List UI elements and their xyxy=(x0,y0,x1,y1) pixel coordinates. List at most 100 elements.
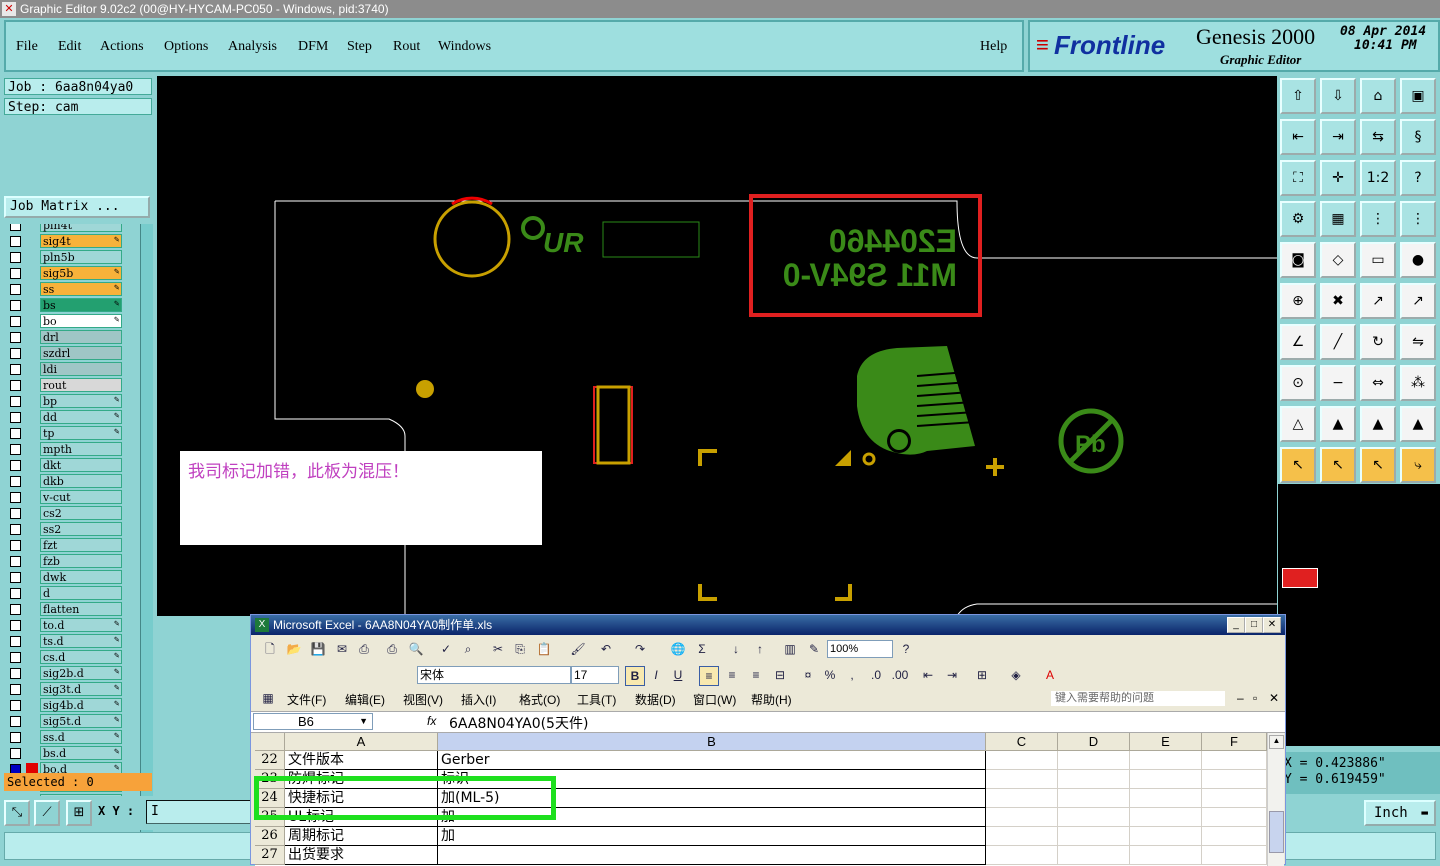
chart-wizard-icon[interactable]: ▥ xyxy=(781,640,799,658)
path-icon[interactable]: ⤷ xyxy=(1400,447,1436,483)
layer-checkbox[interactable] xyxy=(10,252,21,263)
layer-name[interactable]: sig3t.d xyxy=(40,682,122,696)
layer-name[interactable]: ts.d xyxy=(40,634,122,648)
home-icon[interactable]: ⌂ xyxy=(1360,78,1396,114)
align-right-icon[interactable]: ≡ xyxy=(747,666,765,684)
empty-cell[interactable] xyxy=(986,770,1058,789)
grid-icon[interactable]: ▦ xyxy=(1320,201,1356,237)
layer-row[interactable]: sig3t.d ✎ xyxy=(4,682,138,697)
menu-help[interactable]: Help xyxy=(980,39,1007,55)
layer-row[interactable]: bp ✎ xyxy=(4,394,138,409)
layer-row[interactable]: ss.d ✎ xyxy=(4,730,138,745)
layer-row[interactable]: bs ✎ xyxy=(4,298,138,313)
font-size-box[interactable]: 17 xyxy=(571,666,619,684)
tools-icon[interactable]: ⚙ xyxy=(1280,201,1316,237)
layer-checkbox[interactable] xyxy=(10,684,21,695)
zoom-tool-icon[interactable]: ⤡ xyxy=(4,800,30,826)
pointer-icon[interactable]: ↖ xyxy=(1280,447,1316,483)
layer-checkbox[interactable] xyxy=(10,396,21,407)
layer-checkbox[interactable] xyxy=(10,588,21,599)
empty-cell[interactable] xyxy=(1202,789,1267,808)
layer-name[interactable]: pln5b xyxy=(40,250,122,264)
layer-name[interactable]: bs.d xyxy=(40,746,122,760)
layer-row[interactable]: sig2b.d ✎ xyxy=(4,666,138,681)
measure-tool-icon[interactable]: ⟋ xyxy=(34,800,60,826)
tri4-icon[interactable]: ▲ xyxy=(1400,406,1436,442)
layer-name[interactable]: rout xyxy=(40,378,122,392)
tri-icon[interactable]: △ xyxy=(1280,406,1316,442)
vertical-scrollbar[interactable]: ▲ xyxy=(1267,733,1284,866)
spelling-icon[interactable]: ✓ xyxy=(437,640,455,658)
percent-icon[interactable]: % xyxy=(821,666,839,684)
print-preview-icon[interactable]: 🔍 xyxy=(407,640,425,658)
empty-cell[interactable] xyxy=(986,827,1058,846)
empty-cell[interactable] xyxy=(1130,827,1202,846)
empty-cell[interactable] xyxy=(1202,846,1267,865)
excel-menu-file[interactable]: 文件(F) xyxy=(287,691,326,708)
layer-row[interactable]: pln5b xyxy=(4,250,138,265)
empty-cell[interactable] xyxy=(986,808,1058,827)
hyperlink-icon[interactable]: 🌐 xyxy=(669,640,687,658)
column-header[interactable]: A xyxy=(285,733,438,751)
layer-row[interactable]: sig4b.d ✎ xyxy=(4,698,138,713)
empty-cell[interactable] xyxy=(986,751,1058,770)
layer-row[interactable]: v-cut xyxy=(4,490,138,505)
layer-row[interactable]: flatten xyxy=(4,602,138,617)
layer-checkbox[interactable] xyxy=(10,748,21,759)
layer-checkbox[interactable] xyxy=(10,224,21,231)
layer-checkbox[interactable] xyxy=(10,620,21,631)
new-icon[interactable]: 🗋 xyxy=(261,640,279,658)
layer-checkbox[interactable] xyxy=(10,300,21,311)
formula-value[interactable]: 6AA8N04YA0(5天件) xyxy=(449,713,588,733)
open-icon[interactable]: 📂 xyxy=(285,640,303,658)
layer-row[interactable]: pln4t xyxy=(4,224,138,233)
empty-cell[interactable] xyxy=(1058,751,1130,770)
fit-icon[interactable]: ⛶ xyxy=(1280,160,1316,196)
line-icon[interactable]: ↗ xyxy=(1360,283,1396,319)
layer-checkbox[interactable] xyxy=(10,668,21,679)
step-down-icon[interactable]: ⇩ xyxy=(1320,78,1356,114)
layer-name[interactable]: bo xyxy=(40,314,122,328)
layer-row[interactable]: dkt xyxy=(4,458,138,473)
layer-name[interactable]: dkt xyxy=(40,458,122,472)
snap2-icon[interactable]: ⋮ xyxy=(1400,201,1436,237)
layer-checkbox[interactable] xyxy=(10,700,21,711)
sort-descending-icon[interactable]: ↑ xyxy=(751,640,769,658)
grid-tool-icon[interactable]: ⊞ xyxy=(66,800,92,826)
decrease-decimal-icon[interactable]: .00 xyxy=(891,666,909,684)
layer-checkbox[interactable] xyxy=(10,492,21,503)
layer-checkbox[interactable] xyxy=(10,268,21,279)
increase-indent-icon[interactable]: ⇥ xyxy=(943,666,961,684)
currency-icon[interactable]: ¤ xyxy=(799,666,817,684)
excel-menu-data[interactable]: 数据(D) xyxy=(635,691,676,708)
select-icon[interactable]: ↖ xyxy=(1320,447,1356,483)
name-box[interactable]: B6 ▼ xyxy=(253,713,373,730)
pad-icon[interactable]: ⊙ xyxy=(1280,365,1316,401)
help-icon[interactable]: ? xyxy=(897,640,915,658)
sort-ascending-icon[interactable]: ↓ xyxy=(727,640,745,658)
draw-icon[interactable]: ◇ xyxy=(1320,242,1356,278)
maximize-button[interactable]: □ xyxy=(1245,617,1263,633)
increase-decimal-icon[interactable]: .0 xyxy=(867,666,885,684)
row-header[interactable]: 26 xyxy=(255,827,285,846)
excel-menu-window[interactable]: 窗口(W) xyxy=(693,691,736,708)
layer-checkbox[interactable] xyxy=(10,284,21,295)
cell-a[interactable]: 周期标记 xyxy=(285,827,438,846)
layer-row[interactable]: dkb xyxy=(4,474,138,489)
layer-name[interactable]: sig4b.d xyxy=(40,698,122,712)
empty-cell[interactable] xyxy=(1058,789,1130,808)
cell-b[interactable]: 加 xyxy=(438,827,986,846)
empty-cell[interactable] xyxy=(1202,808,1267,827)
layer-checkbox[interactable] xyxy=(10,732,21,743)
arrow-icon[interactable]: ↗ xyxy=(1400,283,1436,319)
scale-icon[interactable]: 1:2 xyxy=(1360,160,1396,196)
underline-button[interactable]: U xyxy=(669,666,687,684)
decrease-indent-icon[interactable]: ⇤ xyxy=(919,666,937,684)
autosum-icon[interactable]: Σ xyxy=(693,640,711,658)
layer-checkbox[interactable] xyxy=(10,508,21,519)
drawing-icon[interactable]: ✎ xyxy=(805,640,823,658)
layer-row[interactable]: ts.d ✎ xyxy=(4,634,138,649)
layer-name[interactable]: fzt xyxy=(40,538,122,552)
layer-name[interactable]: sig4t xyxy=(40,234,122,248)
row-header[interactable]: 22 xyxy=(255,751,285,770)
